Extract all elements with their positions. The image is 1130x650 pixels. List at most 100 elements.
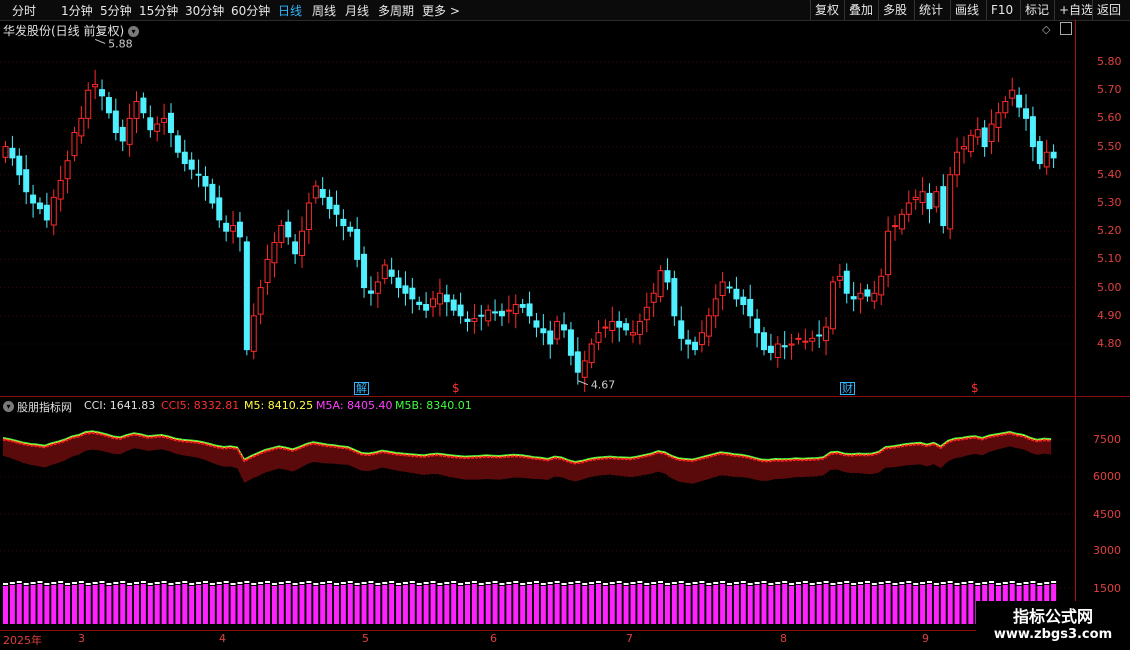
cci-bar — [244, 584, 250, 624]
period-tab-daily[interactable]: 日线 — [278, 2, 302, 19]
candle-body — [574, 351, 581, 373]
cci-bar-cap — [230, 583, 236, 585]
cci-bar — [699, 584, 705, 624]
period-tab-intraday[interactable]: 分时 — [12, 2, 36, 19]
panel-toggle-icon[interactable] — [1060, 22, 1072, 35]
cci-bar-cap — [1009, 581, 1015, 583]
period-tab-weekly[interactable]: 周线 — [312, 2, 336, 19]
price-axis-label: 5.70 — [1097, 83, 1122, 97]
more-menu-button[interactable]: 更多 > — [422, 2, 460, 19]
cci-bar-cap — [892, 583, 898, 585]
adjust-button[interactable]: 复权 — [810, 0, 843, 20]
period-tab-1min[interactable]: 1分钟 — [61, 2, 93, 19]
cci-bar-cap — [1044, 582, 1050, 584]
event-marker-unlock[interactable]: 解 — [354, 382, 369, 395]
candle-body — [540, 328, 547, 334]
cci-bar — [623, 586, 629, 624]
cci-bar-cap — [285, 581, 291, 583]
cci-bar-cap — [134, 582, 140, 584]
candle-body — [326, 196, 333, 210]
candle-body — [981, 127, 988, 148]
back-button[interactable]: 返回 — [1092, 0, 1125, 20]
price-axis-label: 5.30 — [1097, 196, 1122, 209]
candle-body — [243, 241, 250, 351]
period-tab-multi[interactable]: 多周期 — [378, 2, 414, 19]
candle-body — [423, 304, 430, 311]
period-tab-5min[interactable]: 5分钟 — [100, 2, 132, 19]
cci-bar — [692, 585, 698, 624]
statistics-button[interactable]: 统计 — [914, 0, 947, 20]
event-marker-dividend-2[interactable]: $ — [971, 381, 979, 395]
cci-bar — [396, 586, 402, 624]
cci-bar-cap — [795, 582, 801, 584]
event-marker-dividend-1[interactable]: $ — [452, 381, 460, 395]
cci-bar — [354, 586, 360, 624]
draw-line-button[interactable]: 画线 — [950, 0, 983, 20]
cci-bar-cap — [99, 581, 105, 583]
cci-bar-cap — [437, 583, 443, 585]
candle-body — [216, 197, 223, 221]
add-watchlist-button[interactable]: +自选 — [1054, 0, 1097, 20]
diamond-icon[interactable]: ◇ — [1042, 23, 1050, 36]
candle-body — [9, 147, 16, 159]
cci-bar — [409, 584, 415, 624]
candle-body — [547, 330, 554, 345]
price-axis-label: 4.90 — [1097, 308, 1122, 322]
cci-bar — [313, 586, 319, 624]
candle-body — [436, 292, 443, 305]
cci-bar — [671, 585, 677, 624]
date-label-jul: 7 — [626, 632, 633, 645]
price-axis-label: 5.20 — [1097, 224, 1122, 238]
cci-bar — [168, 586, 174, 624]
cci-bar — [913, 586, 919, 624]
candle-body — [829, 281, 836, 330]
cci-bar-cap — [327, 581, 333, 583]
cci-bar-cap — [333, 583, 339, 585]
cci-bar-cap — [637, 581, 643, 583]
candle-body — [602, 326, 609, 329]
mark-button[interactable]: 标记 — [1020, 0, 1053, 20]
period-tab-30min[interactable]: 30分钟 — [185, 2, 224, 19]
cci-bar-cap — [961, 582, 967, 584]
period-tab-15min[interactable]: 15分钟 — [139, 2, 178, 19]
cci-bar-cap — [906, 581, 912, 583]
event-marker-finance[interactable]: 财 — [840, 382, 855, 395]
cci-bar-cap — [92, 582, 98, 584]
period-tab-60min[interactable]: 60分钟 — [231, 2, 270, 19]
candle-body — [567, 329, 574, 356]
overlay-button[interactable]: 叠加 — [844, 0, 877, 20]
candle-body — [712, 298, 719, 317]
candle-body — [492, 311, 499, 314]
candle-body — [485, 309, 492, 322]
cci-bar-cap — [1051, 581, 1057, 583]
cci-bar-cap — [354, 583, 360, 585]
cci-bar — [961, 585, 967, 624]
period-tab-monthly[interactable]: 月线 — [345, 2, 369, 19]
candle-body — [774, 343, 781, 359]
date-label-may: 5 — [362, 632, 369, 645]
cci-bar — [451, 584, 457, 624]
price-axis-label: 5.80 — [1097, 55, 1122, 68]
candle-body — [843, 270, 850, 294]
cci-bar-cap — [292, 583, 298, 585]
f10-button[interactable]: F10 — [986, 0, 1017, 20]
cci-bar — [368, 584, 374, 624]
cci-bar-cap — [361, 582, 367, 584]
cci-bar — [23, 586, 29, 624]
cci-bar — [182, 584, 188, 624]
candle-body — [726, 286, 733, 289]
cci-bar-cap — [947, 581, 953, 583]
candle-body — [64, 160, 71, 180]
cci-bar-cap — [926, 581, 932, 583]
cci-bar — [71, 585, 77, 624]
cci-bar-cap — [933, 583, 939, 585]
multi-stock-button[interactable]: 多股 — [878, 0, 911, 20]
cci-bar-cap — [202, 581, 208, 583]
candle-body — [767, 345, 774, 353]
cci-bar-cap — [320, 582, 326, 584]
cci-bar-cap — [1016, 583, 1022, 585]
candle-body — [402, 285, 409, 294]
cci-bar — [899, 585, 905, 624]
indicator-menu-icon[interactable]: ▾ — [3, 399, 14, 412]
watermark-title: 指标公式网 — [1012, 607, 1093, 626]
